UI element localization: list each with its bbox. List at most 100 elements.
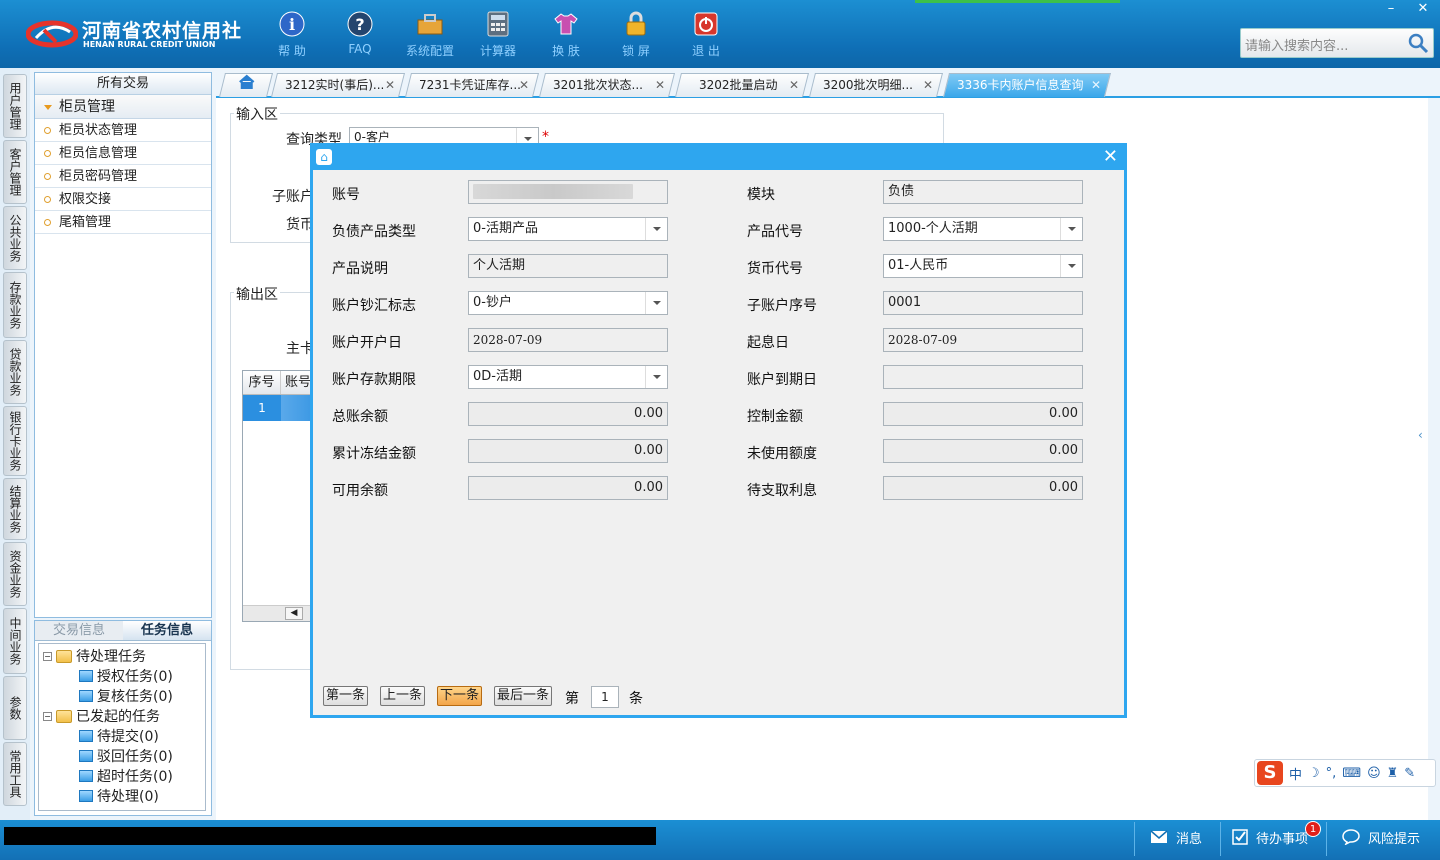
status-message-area [4, 827, 656, 845]
row-seq: 1 [258, 401, 266, 415]
deposit-term-select[interactable]: 0D-活期 [468, 365, 668, 389]
tab-3201[interactable]: 3201批次状态... ✕ [539, 73, 675, 97]
close-icon[interactable]: ✕ [1103, 148, 1118, 166]
messages-button[interactable]: 消息 [1150, 826, 1202, 848]
frozen-amount-field[interactable]: 0.00 [468, 439, 668, 463]
collapse-icon[interactable]: − [43, 711, 52, 721]
page-number-input[interactable]: 1 [591, 686, 619, 708]
task-group-pending[interactable]: 待处理任务 [76, 646, 146, 666]
scroll-left-icon[interactable]: ◀ [285, 607, 303, 620]
rail-tab-user-mgmt[interactable]: 用户管理 [3, 74, 27, 138]
control-amount-field[interactable]: 0.00 [883, 402, 1083, 426]
first-record-button[interactable]: 第一条 [323, 686, 369, 706]
rail-tab-params[interactable]: 参数 [3, 676, 27, 740]
tab-3336[interactable]: 3336卡内账户信息查询 ✕ [943, 73, 1111, 97]
tree-title: 所有交易 [35, 73, 211, 95]
search-input[interactable]: 请输入搜索内容... [1240, 28, 1434, 58]
open-date-field[interactable]: 2028-07-09 [468, 328, 668, 352]
close-icon[interactable]: ✕ [789, 74, 799, 96]
tab-task-info[interactable]: 任务信息 [123, 621, 211, 640]
rail-tab-intermediary[interactable]: 中间业务 [3, 608, 27, 674]
tab-3202[interactable]: 3202批量启动 ✕ [675, 73, 809, 97]
liability-product-type-select[interactable]: 0-活期产品 [468, 217, 668, 241]
collapse-right-icon[interactable]: ‹ [1418, 428, 1428, 458]
todo-label: 待办事项 [1256, 831, 1309, 847]
value-date-field[interactable]: 2028-07-09 [883, 328, 1083, 352]
task-item[interactable]: 超时任务(0) [97, 766, 173, 786]
rail-tab-funds[interactable]: 资金业务 [3, 542, 27, 606]
close-window-button[interactable]: ✕ [1408, 0, 1438, 18]
pending-interest-field[interactable]: 0.00 [883, 476, 1083, 500]
tab-3212[interactable]: 3212实时(事后)... ✕ [271, 73, 405, 97]
wrench-icon[interactable]: ✎ [1404, 766, 1415, 781]
rail-tab-deposit[interactable]: 存款业务 [3, 272, 27, 338]
sogou-logo-icon[interactable]: S [1257, 761, 1283, 785]
task-icon [79, 750, 93, 762]
tab-trade-info[interactable]: 交易信息 [35, 621, 123, 640]
logo-icon [26, 20, 78, 48]
calculator-button[interactable]: 计算器 [470, 8, 526, 60]
next-record-button[interactable]: 下一条 [437, 686, 483, 706]
task-item[interactable]: 驳回任务(0) [97, 746, 173, 766]
tree-item[interactable]: 柜员状态管理 [35, 119, 211, 142]
lock-screen-button[interactable]: 锁 屏 [608, 8, 664, 60]
task-item[interactable]: 待提交(0) [97, 726, 159, 746]
tree-group-teller-mgmt[interactable]: 柜员管理 [35, 95, 211, 119]
prev-record-button[interactable]: 上一条 [380, 686, 426, 706]
task-group-initiated[interactable]: 已发起的任务 [76, 706, 160, 726]
field-label-account: 账号 [332, 187, 360, 203]
close-icon[interactable]: ✕ [655, 74, 665, 96]
tree-item[interactable]: 柜员密码管理 [35, 165, 211, 188]
module-field[interactable]: 负债 [883, 180, 1083, 204]
rail-tab-settlement[interactable]: 结算业务 [3, 478, 27, 540]
user-icon[interactable]: ☺ [1367, 766, 1381, 781]
system-config-button[interactable]: 系统配置 [402, 8, 458, 60]
risk-alert-button[interactable]: 风险提示 [1342, 826, 1420, 848]
tree-item[interactable]: 尾箱管理 [35, 211, 211, 234]
close-icon[interactable]: ✕ [923, 74, 933, 96]
ime-language[interactable]: 中 [1289, 764, 1302, 783]
maturity-date-field[interactable] [883, 365, 1083, 389]
task-item[interactable]: 复核任务(0) [97, 686, 173, 706]
cash-remit-flag-select[interactable]: 0-钞户 [468, 291, 668, 315]
chevron-down-icon [645, 218, 667, 240]
product-code-select[interactable]: 1000-个人活期 [883, 217, 1083, 241]
tree-item[interactable]: 柜员信息管理 [35, 142, 211, 165]
exit-button[interactable]: 退 出 [678, 8, 734, 60]
skin-button[interactable]: 换 肤 [538, 8, 594, 60]
todo-button[interactable]: 待办事项 [1232, 826, 1308, 848]
rail-tab-tools[interactable]: 常用工具 [3, 742, 27, 806]
tab-home[interactable] [219, 73, 273, 97]
tab-7231[interactable]: 7231卡凭证库存... ✕ [405, 73, 539, 97]
rail-tab-bank-card[interactable]: 银行卡业务 [3, 406, 27, 476]
last-record-button[interactable]: 最后一条 [494, 686, 553, 706]
help-button[interactable]: i 帮 助 [264, 8, 320, 60]
rail-tab-public-business[interactable]: 公共业务 [3, 206, 27, 270]
unused-limit-field[interactable]: 0.00 [883, 439, 1083, 463]
moon-icon[interactable]: ☽ [1308, 766, 1320, 781]
rail-tab-customer-mgmt[interactable]: 客户管理 [3, 140, 27, 204]
minimize-button[interactable]: – [1376, 0, 1406, 18]
task-item[interactable]: 待处理(0) [97, 786, 159, 806]
rail-tab-loan[interactable]: 贷款业务 [3, 340, 27, 404]
ledger-balance-field[interactable]: 0.00 [468, 402, 668, 426]
tree-item[interactable]: 权限交接 [35, 188, 211, 211]
punctuation-icon[interactable]: °, [1326, 766, 1337, 781]
product-desc-field[interactable]: 个人活期 [468, 254, 668, 278]
tab-3200[interactable]: 3200批次明细... ✕ [809, 73, 943, 97]
close-icon[interactable]: ✕ [1091, 74, 1101, 96]
currency-code-select[interactable]: 01-人民币 [883, 254, 1083, 278]
shirt-icon[interactable]: ♜ [1387, 766, 1399, 781]
subaccount-seq-field[interactable]: 0001 [883, 291, 1083, 315]
close-icon[interactable]: ✕ [385, 74, 395, 96]
task-item[interactable]: 授权任务(0) [97, 666, 173, 686]
keyboard-icon[interactable]: ⌨ [1342, 766, 1361, 781]
field-label-currency-code: 货币代号 [747, 261, 803, 277]
faq-button[interactable]: ? FAQ [332, 8, 388, 60]
close-icon[interactable]: ✕ [519, 74, 529, 96]
available-balance-field[interactable]: 0.00 [468, 476, 668, 500]
collapse-icon[interactable]: − [43, 651, 52, 661]
search-icon[interactable] [1407, 32, 1429, 54]
account-number-field[interactable]: ████████████████ [468, 180, 668, 204]
shirt-icon [554, 13, 578, 35]
